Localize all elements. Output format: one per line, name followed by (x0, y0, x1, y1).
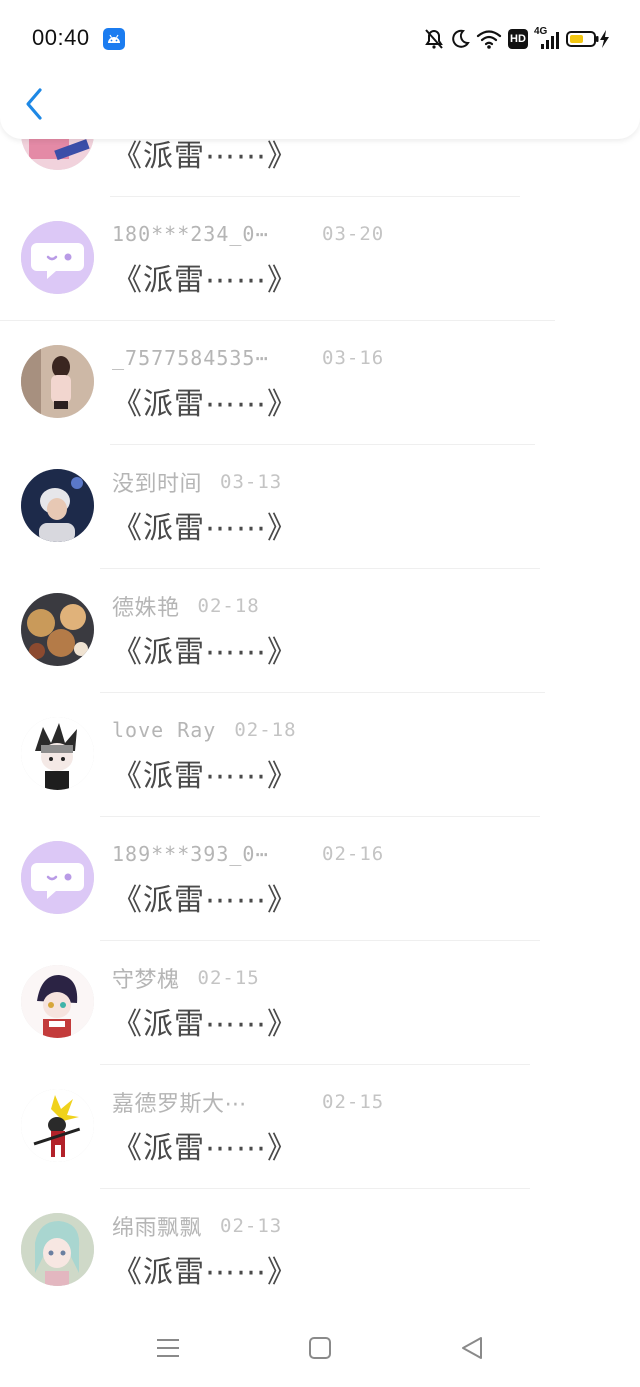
avatar-photo-icon (21, 469, 94, 542)
message-preview: 《派雷⋯⋯》 (112, 635, 298, 670)
message-date: 03-20 (322, 223, 385, 245)
chat-bubble-icon (21, 221, 94, 294)
item-header: 德姝艳 02-18 (112, 593, 260, 621)
message-date: 02-15 (197, 967, 260, 989)
list-item[interactable]: 德姝艳 02-18 《派雷⋯⋯》 (0, 569, 640, 693)
home-button[interactable] (308, 1336, 332, 1364)
avatar[interactable] (21, 221, 94, 294)
back-button[interactable] (20, 84, 50, 124)
message-date: 02-18 (197, 595, 260, 617)
avatar[interactable] (21, 593, 94, 666)
item-header: 嘉德罗斯大⋯ 02-15 (112, 1089, 383, 1117)
message-date: 02-15 (322, 1091, 385, 1113)
message-preview: 《派雷⋯⋯》 (112, 263, 298, 298)
contact-name: 180***234_0⋯ (112, 222, 269, 246)
contact-name: 绵雨飘飘 (112, 1216, 203, 1241)
mute-bell-icon (425, 29, 443, 49)
item-header: 守梦槐 02-15 (112, 965, 260, 993)
avatar[interactable] (21, 345, 94, 418)
list-item[interactable]: 嘉德罗斯大⋯ 02-15 《派雷⋯⋯》 (0, 1065, 640, 1189)
avatar[interactable] (21, 717, 94, 790)
avatar-photo-icon (21, 593, 94, 666)
menu-button[interactable] (155, 1336, 181, 1364)
list-item[interactable]: 没到时间 03-13 《派雷⋯⋯》 (0, 445, 640, 569)
contact-name: 嘉德罗斯大⋯ (112, 1092, 248, 1117)
avatar-anime-icon (21, 1213, 94, 1286)
list-item[interactable]: 189***393_0⋯ 02-16 《派雷⋯⋯》 (0, 817, 640, 941)
avatar[interactable] (21, 1089, 94, 1162)
battery-charging-icon (566, 30, 609, 48)
message-date: 03-16 (322, 347, 385, 369)
menu-icon (157, 1339, 179, 1357)
message-preview: 《派雷⋯⋯》 (112, 1131, 298, 1166)
list-item[interactable]: 绵雨飘飘 02-13 《派雷⋯⋯》 (0, 1189, 640, 1313)
item-header: 189***393_0⋯ 02-16 (112, 841, 383, 867)
avatar-photo-icon (21, 345, 94, 418)
avatar[interactable] (21, 1213, 94, 1286)
contact-name: love Ray (112, 718, 217, 742)
avatar-anime-icon (21, 965, 94, 1038)
message-date: 02-13 (220, 1215, 283, 1237)
message-preview: 《派雷⋯⋯》 (112, 759, 298, 794)
avatar-character-icon (21, 1089, 94, 1162)
item-header: 180***234_0⋯ 03-20 (112, 221, 383, 247)
contact-name: 没到时间 (112, 472, 203, 497)
android-app-icon (103, 28, 125, 50)
system-nav-bar (0, 1310, 640, 1387)
list-item[interactable]: 180***234_0⋯ 03-20 《派雷⋯⋯》 (0, 197, 640, 321)
contact-name: 189***393_0⋯ (112, 842, 269, 866)
item-header: love Ray 02-18 (112, 717, 297, 743)
item-header: _7577584535⋯ 03-16 (112, 345, 383, 371)
item-header: 绵雨飘飘 02-13 (112, 1213, 283, 1241)
back-nav-button[interactable] (460, 1336, 484, 1364)
cellular-4g-icon: 4G (534, 26, 560, 50)
contact-name: _7577584535⋯ (112, 346, 269, 370)
wifi-icon (476, 30, 502, 49)
message-preview: 《派雷⋯⋯》 (112, 511, 298, 546)
list-item[interactable]: love Ray 02-18 《派雷⋯⋯》 (0, 693, 640, 817)
contact-name: 德姝艳 (112, 596, 180, 621)
list-item[interactable]: 守梦槐 02-15 《派雷⋯⋯》 (0, 941, 640, 1065)
message-date: 03-13 (220, 471, 283, 493)
chevron-left-icon (26, 88, 42, 120)
message-preview: 《派雷⋯⋯》 (112, 1007, 298, 1042)
list-item[interactable]: _7577584535⋯ 03-16 《派雷⋯⋯》 (0, 321, 640, 445)
message-preview: 《派雷⋯⋯》 (112, 883, 298, 918)
status-icons: HD 4G (424, 26, 610, 52)
hd-icon: HD (508, 29, 528, 49)
message-date: 02-18 (234, 719, 297, 741)
avatar[interactable] (21, 965, 94, 1038)
contact-name: 守梦槐 (112, 968, 180, 993)
item-header: 没到时间 03-13 (112, 469, 283, 497)
avatar[interactable] (21, 469, 94, 542)
moon-icon (452, 29, 470, 48)
avatar-anime-icon (21, 717, 94, 790)
message-preview: 《派雷⋯⋯》 (112, 387, 298, 422)
home-square-icon (309, 1337, 331, 1359)
screen: 《派雷⋯⋯》 180***234_0⋯ 03-20 《派雷⋯⋯》 _757758… (0, 0, 640, 1387)
status-time: 00:40 (32, 25, 90, 50)
back-triangle-icon (462, 1337, 482, 1359)
message-date: 02-16 (322, 843, 385, 865)
chat-bubble-icon (21, 841, 94, 914)
message-preview: 《派雷⋯⋯》 (112, 1255, 298, 1290)
header-card: 00:40 HD 4G (0, 0, 640, 139)
avatar[interactable] (21, 841, 94, 914)
